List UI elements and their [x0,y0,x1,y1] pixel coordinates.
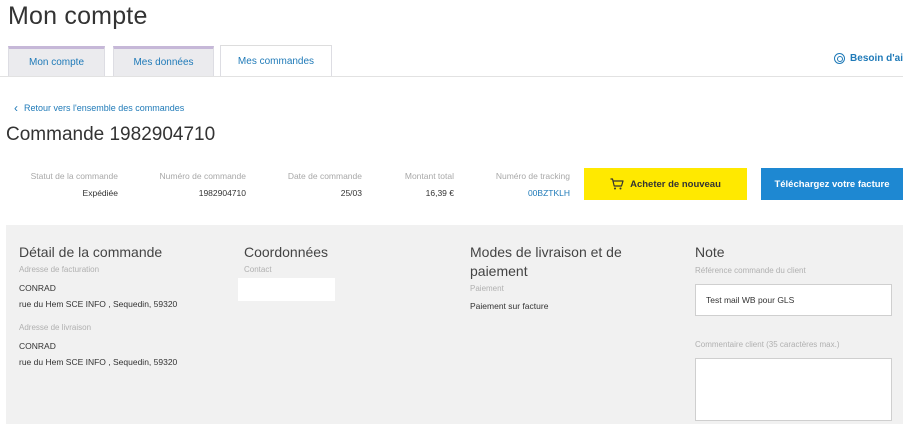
contact-label: Contact [244,265,272,274]
tab-divider [0,76,903,77]
buy-again-label: Acheter de nouveau [630,178,721,190]
client-comment-textarea[interactable] [695,358,892,421]
note-title: Note [695,244,725,260]
order-date-value: 25/03 [340,188,362,198]
payment-value: Paiement sur facture [470,301,549,311]
lifebuoy-icon [834,53,846,64]
delivery-title-line-2: paiement [470,263,528,279]
tracking-number-link[interactable]: 00BZTKLH [488,188,570,198]
order-total: Montant total 16,39 € [395,171,454,198]
order-date-label: Date de commande [287,171,362,181]
contact-value [238,278,335,301]
back-to-orders-link[interactable]: ‹ Retour vers l'ensemble des commandes [14,100,185,115]
client-comment-label: Commentaire client (35 caractères max.) [695,340,840,349]
tab-mes-commandes[interactable]: Mes commandes [220,45,332,76]
order-total-value: 16,39 € [425,188,454,198]
download-invoice-button[interactable]: Téléchargez votre facture [761,168,903,200]
help-link[interactable]: Besoin d'ai [834,53,903,64]
back-link-label: Retour vers l'ensemble des commandes [24,103,185,113]
order-status-label: Statut de la commande [30,171,118,181]
order-total-label: Montant total [404,171,454,181]
shipping-address-label: Adresse de livraison [19,323,92,332]
order-title: Commande 1982904710 [6,124,216,145]
order-number: Numéro de commande 1982904710 [150,171,246,198]
delivery-title-line-1: Modes de livraison et de [470,244,622,260]
buy-again-button[interactable]: Acheter de nouveau [584,168,747,200]
billing-address: rue du Hem SCE INFO , Sequedin, 59320 [19,299,178,309]
order-detail-title: Détail de la commande [19,244,163,260]
billing-address-label: Adresse de facturation [19,265,100,274]
shipping-address: rue du Hem SCE INFO , Sequedin, 59320 [19,357,178,367]
page-title: Mon compte [8,2,148,30]
contact-title: Coordonnées [244,244,329,260]
payment-label: Paiement [470,284,504,293]
order-number-value: 1982904710 [198,188,246,198]
cart-icon [610,178,624,190]
tab-mes-donnees[interactable]: Mes données [113,46,214,76]
tab-mon-compte[interactable]: Mon compte [8,46,105,76]
shipping-name: CONRAD [19,341,56,351]
billing-name: CONRAD [19,283,56,293]
order-date: Date de commande 25/03 [280,171,362,198]
order-tracking: Numéro de tracking 00BZTKLH [488,171,570,198]
help-label: Besoin d'ai [850,53,903,64]
chevron-left-icon: ‹ [14,100,18,115]
order-status-value: Expédiée [82,188,118,198]
tracking-label: Numéro de tracking [495,171,570,181]
order-details-panel: Détail de la commande Adresse de factura… [6,225,903,424]
order-number-label: Numéro de commande [159,171,246,181]
client-reference-input[interactable]: Test mail WB pour GLS [695,284,892,316]
client-reference-label: Référence commande du client [695,266,806,275]
order-status: Statut de la commande Expédiée [20,171,118,198]
